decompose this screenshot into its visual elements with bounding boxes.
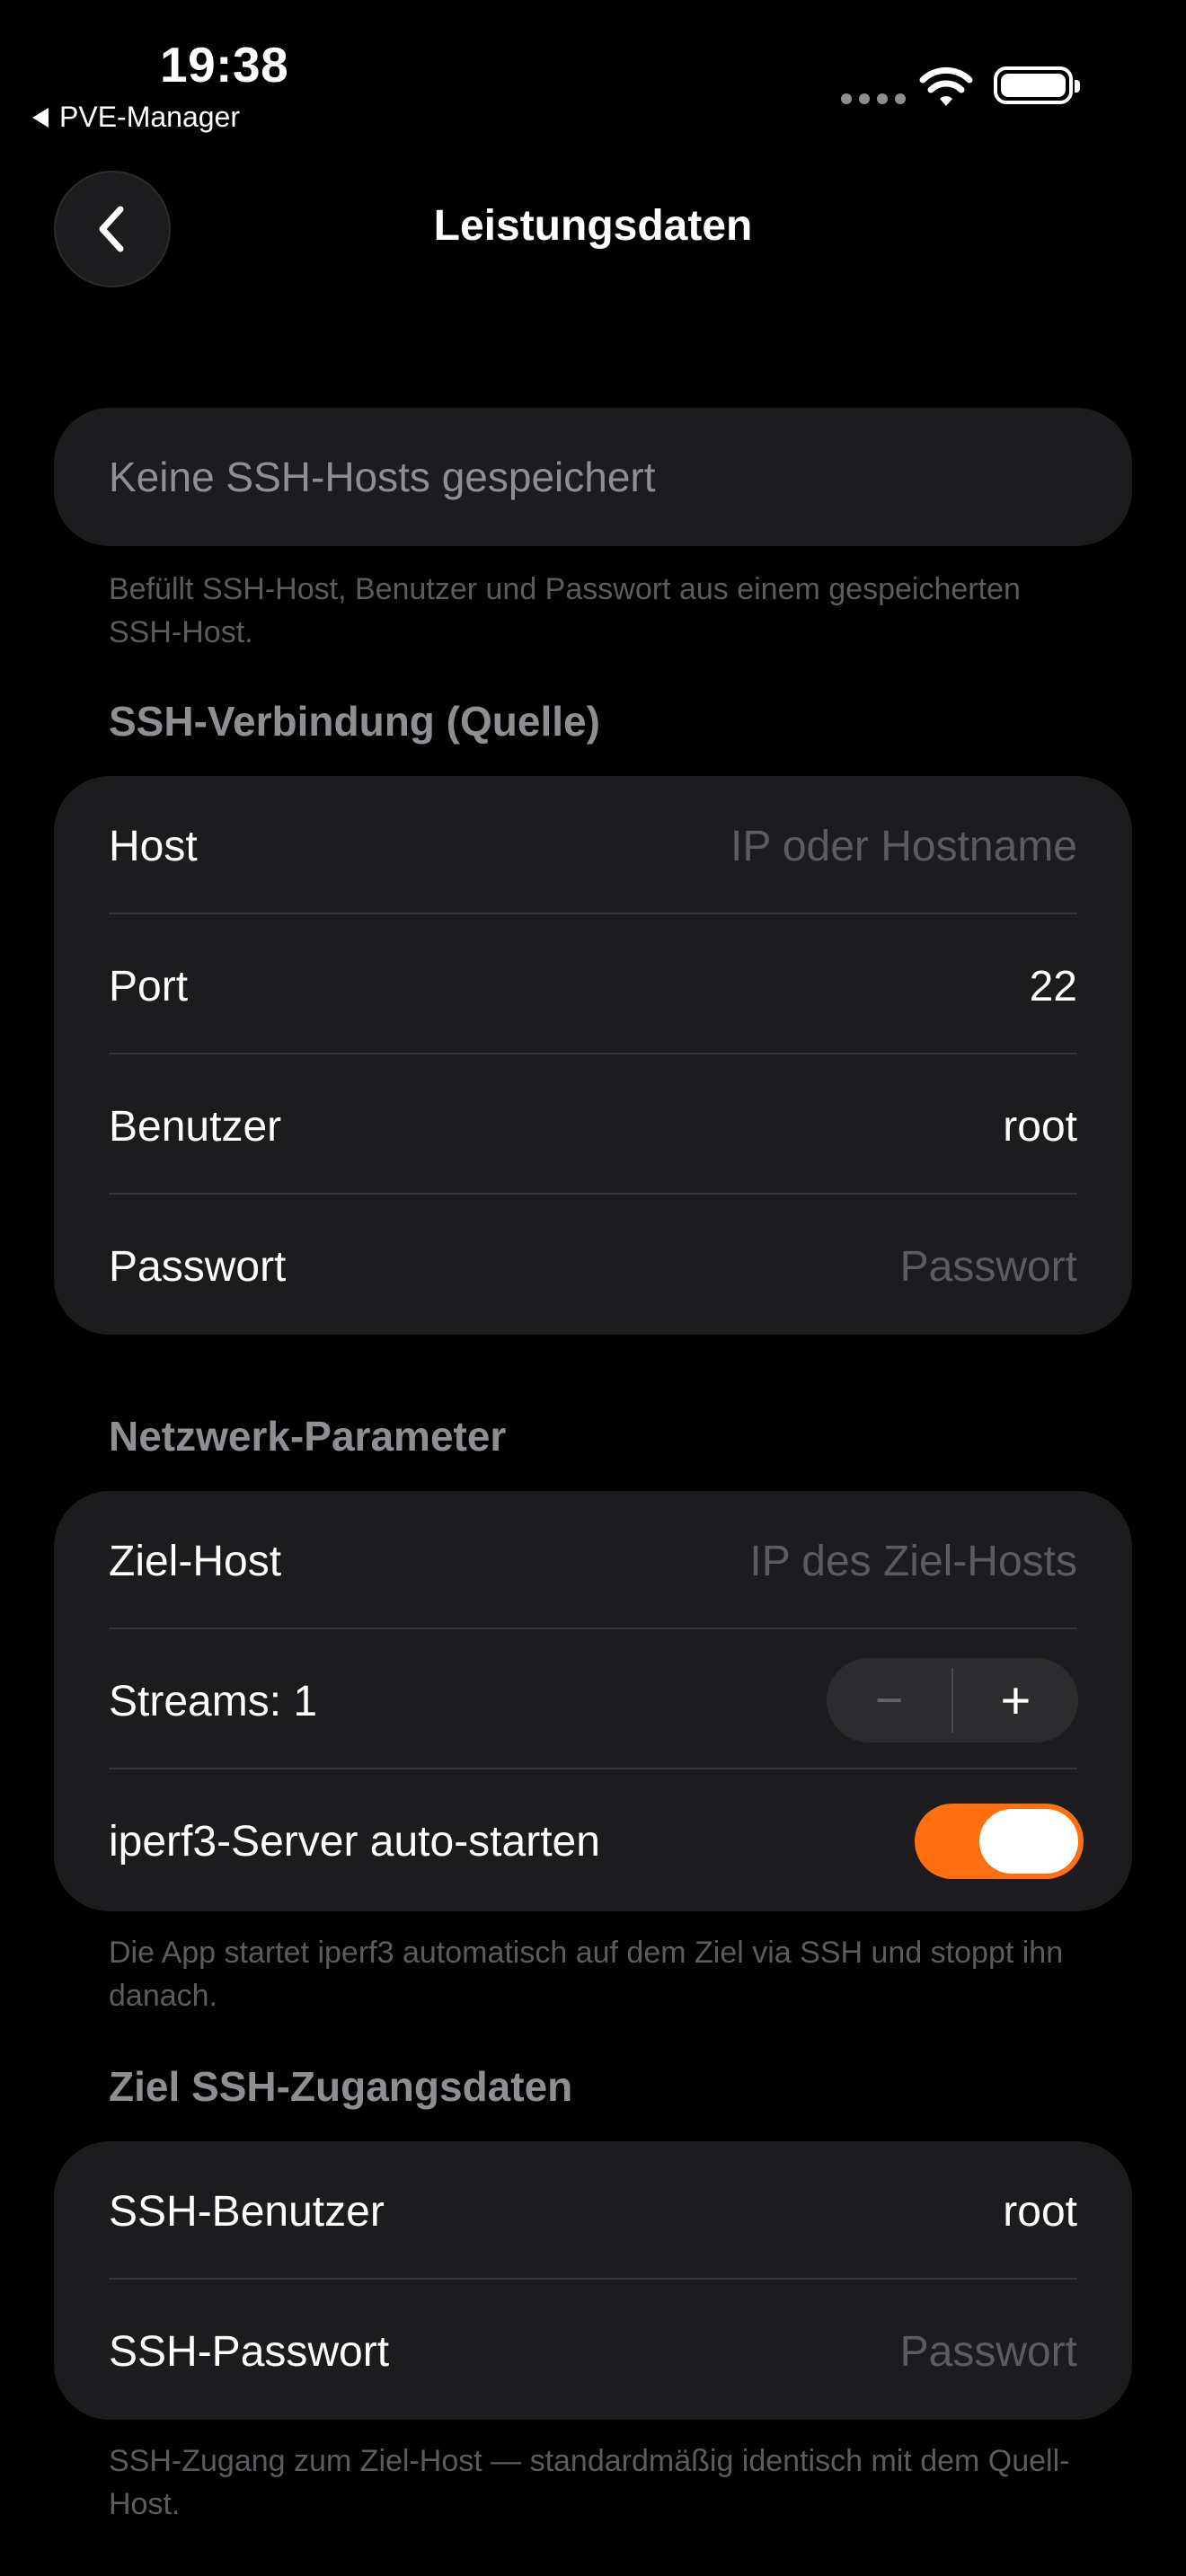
host-label: Host bbox=[109, 822, 198, 870]
increment-button[interactable]: + bbox=[953, 1658, 1078, 1742]
user-label: Benutzer bbox=[109, 1102, 282, 1151]
ssh-host-picker-label: Keine SSH-Hosts gespeichert bbox=[109, 454, 656, 500]
network-footnote: Die App startet iperf3 automatisch auf d… bbox=[109, 1936, 1064, 2013]
decrement-button[interactable]: − bbox=[827, 1658, 951, 1742]
back-app-label: PVE-Manager bbox=[59, 101, 240, 133]
target-host-input[interactable]: IP des Ziel-Hosts bbox=[749, 1537, 1077, 1586]
section-header-target: Ziel SSH-Zugangsdaten bbox=[109, 2063, 573, 2110]
page-title: Leistungsdaten bbox=[433, 202, 753, 250]
back-triangle-icon bbox=[32, 107, 49, 128]
password-row[interactable]: Passwort Passwort bbox=[109, 1196, 1077, 1337]
target-host-row[interactable]: Ziel-Host IP des Ziel-Hosts bbox=[109, 1491, 1077, 1631]
target-host-label: Ziel-Host bbox=[109, 1537, 282, 1585]
signal-dots-icon bbox=[841, 93, 906, 104]
user-input[interactable]: root bbox=[1003, 1102, 1077, 1151]
divider bbox=[109, 1628, 1077, 1629]
autostart-toggle[interactable] bbox=[915, 1804, 1084, 1879]
wifi-icon bbox=[919, 66, 973, 106]
divider bbox=[109, 1053, 1077, 1054]
divider bbox=[109, 1193, 1077, 1195]
ssh-password-row[interactable]: SSH-Passwort Passwort bbox=[109, 2281, 1077, 2422]
password-input[interactable]: Passwort bbox=[900, 1242, 1077, 1292]
streams-stepper[interactable]: − + bbox=[827, 1658, 1078, 1742]
ssh-user-label: SSH-Benutzer bbox=[109, 2187, 385, 2236]
ssh-user-row[interactable]: SSH-Benutzer root bbox=[109, 2141, 1077, 2281]
user-row[interactable]: Benutzer root bbox=[109, 1056, 1077, 1196]
port-row[interactable]: Port 22 bbox=[109, 916, 1077, 1056]
battery-icon bbox=[994, 66, 1080, 104]
host-input[interactable]: IP oder Hostname bbox=[730, 822, 1077, 871]
password-label: Passwort bbox=[109, 1242, 287, 1291]
streams-label: Streams: 1 bbox=[109, 1677, 318, 1725]
host-row[interactable]: Host IP oder Hostname bbox=[109, 776, 1077, 916]
plus-icon: + bbox=[1000, 1671, 1031, 1730]
target-footnote: SSH-Zugang zum Ziel-Host — standardmäßig… bbox=[109, 2444, 1070, 2521]
ssh-password-label: SSH-Passwort bbox=[109, 2327, 390, 2376]
toggle-knob bbox=[979, 1809, 1078, 1874]
divider bbox=[109, 913, 1077, 914]
divider bbox=[109, 2278, 1077, 2280]
port-label: Port bbox=[109, 962, 189, 1010]
port-input[interactable]: 22 bbox=[1030, 962, 1077, 1011]
divider bbox=[109, 1768, 1077, 1769]
minus-icon: − bbox=[874, 1673, 904, 1727]
status-time: 19:38 bbox=[160, 37, 289, 93]
ssh-user-input[interactable]: root bbox=[1003, 2187, 1077, 2236]
autostart-label: iperf3-Server auto-starten bbox=[109, 1817, 600, 1866]
back-to-app-link[interactable]: PVE-Manager bbox=[32, 101, 240, 134]
ssh-host-picker-footnote: Befüllt SSH-Host, Benutzer und Passwort … bbox=[109, 572, 1021, 649]
section-header-network: Netzwerk-Parameter bbox=[109, 1413, 507, 1460]
ssh-password-input[interactable]: Passwort bbox=[900, 2327, 1077, 2377]
section-header-source: SSH-Verbindung (Quelle) bbox=[109, 698, 600, 745]
